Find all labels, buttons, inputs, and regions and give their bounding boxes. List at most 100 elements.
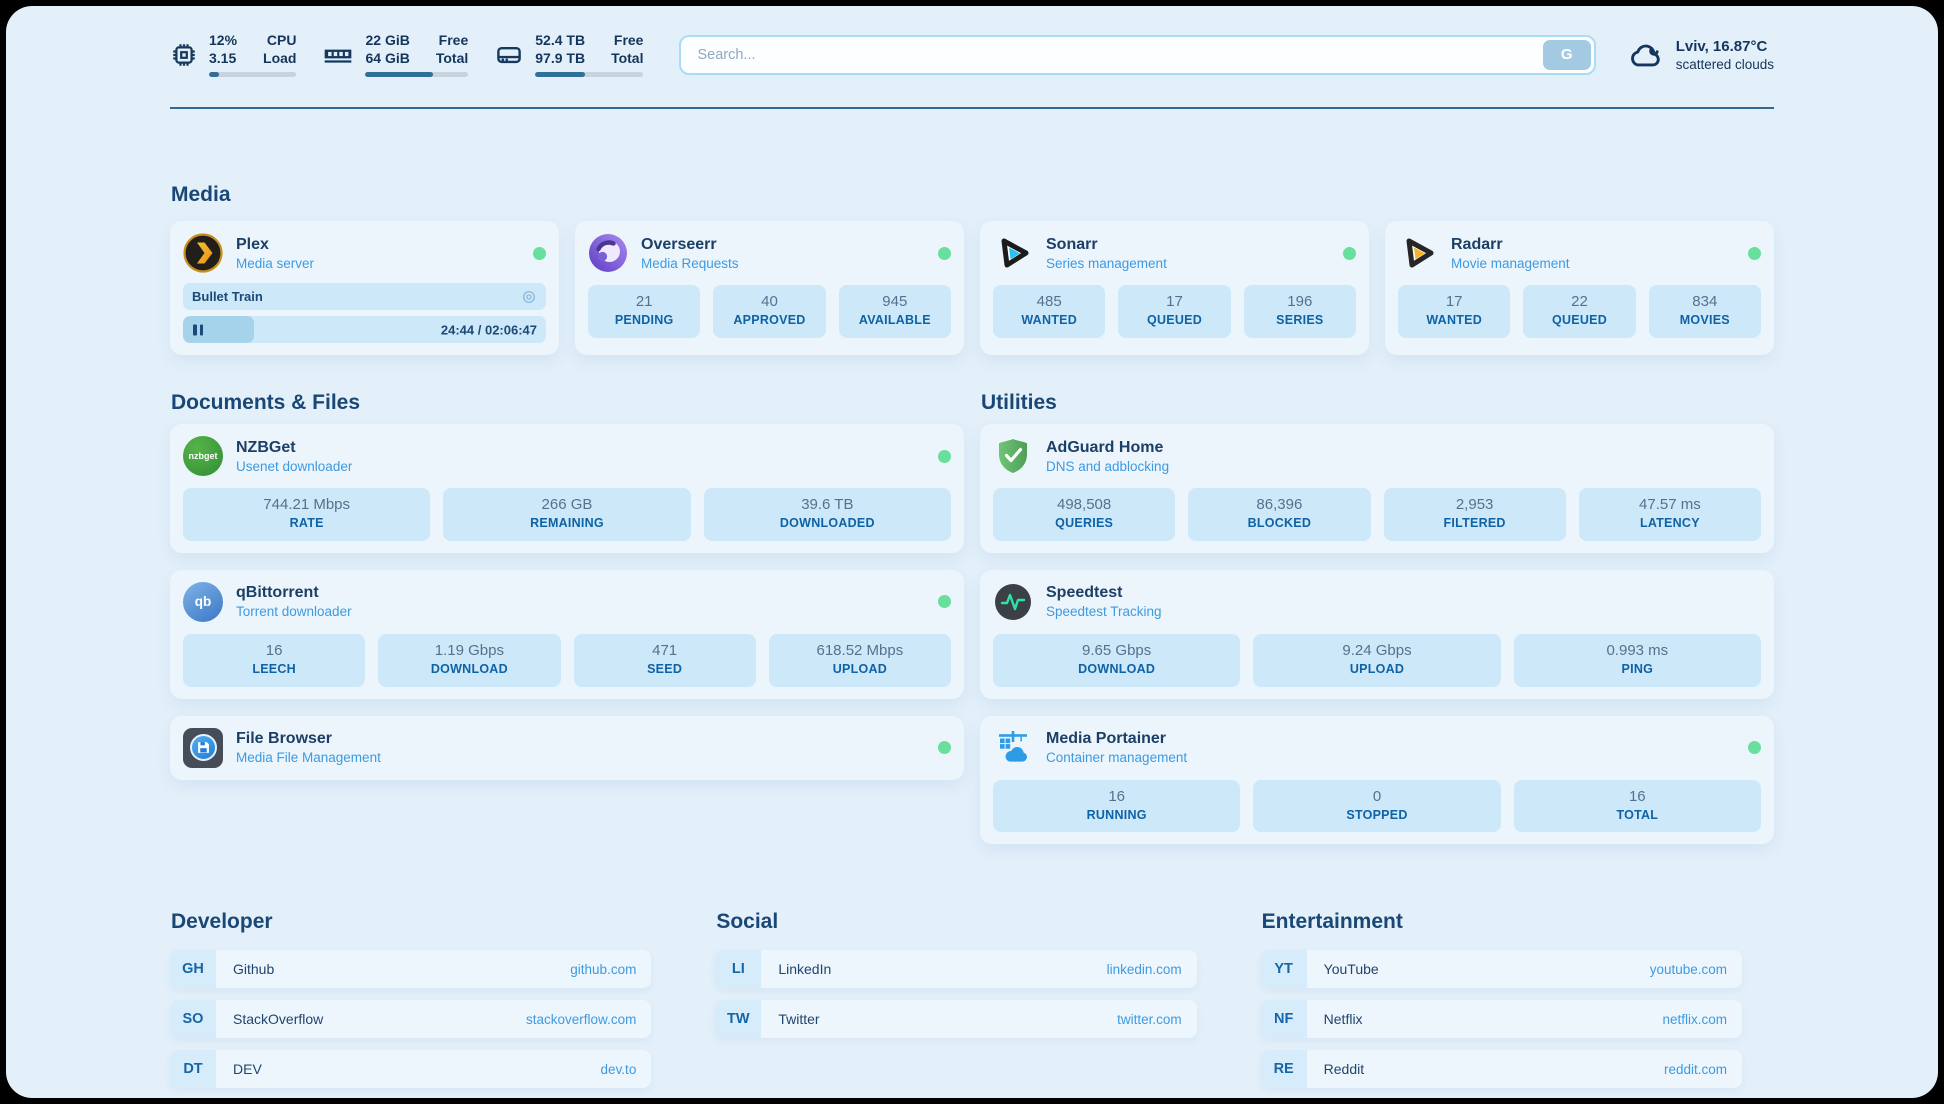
stat-box: 47.57 msLATENCY xyxy=(1579,488,1761,541)
ram-progress-track xyxy=(365,72,468,77)
cpu-load-label: Load xyxy=(263,50,296,68)
ram-progress-fill xyxy=(365,72,433,77)
portainer-icon xyxy=(993,728,1033,768)
bookmark-url: youtube.com xyxy=(1650,950,1727,988)
bookmark-url: netflix.com xyxy=(1662,1000,1727,1038)
bookmark-name: StackOverflow xyxy=(233,1000,323,1038)
nzbget-icon: nzbget xyxy=(183,436,223,476)
bookmark-abbr: YT xyxy=(1261,950,1307,988)
bookmark-github[interactable]: GH Github github.com xyxy=(170,950,651,988)
app-card-sonarr[interactable]: Sonarr Series management 485WANTED 17QUE… xyxy=(980,221,1369,355)
stat-box: 0.993 msPING xyxy=(1514,634,1761,687)
stat-box: 39.6 TBDOWNLOADED xyxy=(704,488,951,541)
weather-widget: Lviv, 16.87°C scattered clouds xyxy=(1626,36,1774,74)
stat-box: 17WANTED xyxy=(1398,285,1510,338)
bookmark-abbr: LI xyxy=(715,950,761,988)
pause-icon xyxy=(193,324,203,335)
app-subtitle: Series management xyxy=(1046,256,1167,271)
app-name: AdGuard Home xyxy=(1046,439,1169,457)
section-title-developer: Developer xyxy=(171,910,651,934)
section-title-entertainment: Entertainment xyxy=(1262,910,1742,934)
search-provider-button[interactable]: G xyxy=(1543,40,1591,70)
bookmark-name: Netflix xyxy=(1324,1000,1363,1038)
section-documents: Documents & Files nzbget NZBGet Usenet d… xyxy=(170,391,964,780)
cpu-usage-value: 12% xyxy=(209,32,237,50)
ram-total-value: 64 GiB xyxy=(365,50,409,68)
bookmark-youtube[interactable]: YT YouTube youtube.com xyxy=(1261,950,1742,988)
dashboard-window: 12% 3.15 CPU Load xyxy=(6,6,1938,1098)
status-dot xyxy=(938,595,951,608)
app-card-plex[interactable]: Plex Media server Bullet Train 24:44 / 0… xyxy=(170,221,559,355)
disk-total-value: 97.9 TB xyxy=(535,50,585,68)
bookmark-twitter[interactable]: TW Twitter twitter.com xyxy=(715,1000,1196,1038)
topbar-divider xyxy=(170,107,1774,109)
cpu-progress-track xyxy=(209,72,296,77)
system-metrics: 12% 3.15 CPU Load xyxy=(170,32,643,77)
app-name: Media Portainer xyxy=(1046,730,1187,748)
weather-condition: scattered clouds xyxy=(1676,57,1774,72)
bookmark-name: YouTube xyxy=(1324,950,1379,988)
stat-box: 196SERIES xyxy=(1244,285,1356,338)
disk-total-label: Total xyxy=(611,50,643,68)
app-card-overseerr[interactable]: Overseerr Media Requests 21PENDING 40APP… xyxy=(575,221,964,355)
app-card-speedtest[interactable]: Speedtest Speedtest Tracking 9.65 GbpsDO… xyxy=(980,570,1774,699)
app-card-adguard[interactable]: AdGuard Home DNS and adblocking 498,508Q… xyxy=(980,424,1774,553)
app-card-filebrowser[interactable]: File Browser Media File Management xyxy=(170,716,964,780)
app-card-portainer[interactable]: Media Portainer Container management 16R… xyxy=(980,716,1774,845)
bookmark-url: reddit.com xyxy=(1664,1050,1727,1088)
speedtest-icon xyxy=(993,582,1033,622)
stat-box: 471SEED xyxy=(574,634,756,687)
stat-box: 834MOVIES xyxy=(1649,285,1761,338)
bookmark-abbr: RE xyxy=(1261,1050,1307,1088)
disk-progress-track xyxy=(535,72,643,77)
status-dot xyxy=(533,247,546,260)
bookmark-url: stackoverflow.com xyxy=(526,1000,636,1038)
status-dot xyxy=(1343,247,1356,260)
app-name: Overseerr xyxy=(641,236,739,254)
bookmark-url: twitter.com xyxy=(1117,1000,1182,1038)
app-name: qBittorrent xyxy=(236,584,352,602)
section-title-social: Social xyxy=(716,910,1196,934)
status-dot xyxy=(938,741,951,754)
app-name: NZBGet xyxy=(236,439,352,457)
bookmark-group-developer: Developer GH Github github.com SO StackO… xyxy=(170,910,651,1088)
bookmark-name: LinkedIn xyxy=(778,950,831,988)
bookmark-linkedin[interactable]: LI LinkedIn linkedin.com xyxy=(715,950,1196,988)
app-subtitle: Media server xyxy=(236,256,314,271)
status-dot xyxy=(938,247,951,260)
app-card-qbittorrent[interactable]: qb qBittorrent Torrent downloader 16LEEC… xyxy=(170,570,964,699)
bookmark-netflix[interactable]: NF Netflix netflix.com xyxy=(1261,1000,1742,1038)
cloud-icon xyxy=(1626,36,1664,74)
app-card-nzbget[interactable]: nzbget NZBGet Usenet downloader 744.21 M… xyxy=(170,424,964,553)
section-title-documents: Documents & Files xyxy=(171,391,964,415)
bookmark-abbr: TW xyxy=(715,1000,761,1038)
bookmark-group-social: Social LI LinkedIn linkedin.com TW Twitt… xyxy=(715,910,1196,1088)
bookmark-reddit[interactable]: RE Reddit reddit.com xyxy=(1261,1050,1742,1088)
stat-box: 9.65 GbpsDOWNLOAD xyxy=(993,634,1240,687)
stat-box: 744.21 MbpsRATE xyxy=(183,488,430,541)
status-dot xyxy=(938,450,951,463)
ram-free-label: Free xyxy=(436,32,468,50)
stat-box: 618.52 MbpsUPLOAD xyxy=(769,634,951,687)
cpu-icon xyxy=(170,41,198,69)
stat-box: 0STOPPED xyxy=(1253,780,1500,833)
now-playing-row: Bullet Train xyxy=(183,283,546,310)
status-dot xyxy=(1748,247,1761,260)
search-input[interactable] xyxy=(679,35,1595,75)
disk-progress-fill xyxy=(535,72,585,77)
app-card-radarr[interactable]: Radarr Movie management 17WANTED 22QUEUE… xyxy=(1385,221,1774,355)
section-title-utilities: Utilities xyxy=(981,391,1774,415)
app-subtitle: Container management xyxy=(1046,750,1187,765)
stat-box: 9.24 GbpsUPLOAD xyxy=(1253,634,1500,687)
ram-icon xyxy=(322,39,354,71)
stat-box: 2,953FILTERED xyxy=(1384,488,1566,541)
cpu-metric: 12% 3.15 CPU Load xyxy=(170,32,296,77)
stat-box: 16RUNNING xyxy=(993,780,1240,833)
cpu-progress-fill xyxy=(209,72,219,77)
session-info-icon[interactable] xyxy=(521,289,537,305)
bookmark-dev[interactable]: DT DEV dev.to xyxy=(170,1050,651,1088)
bookmark-stackoverflow[interactable]: SO StackOverflow stackoverflow.com xyxy=(170,1000,651,1038)
bookmark-url: github.com xyxy=(570,950,636,988)
top-bar: 12% 3.15 CPU Load xyxy=(170,32,1774,77)
cpu-label: CPU xyxy=(263,32,296,50)
